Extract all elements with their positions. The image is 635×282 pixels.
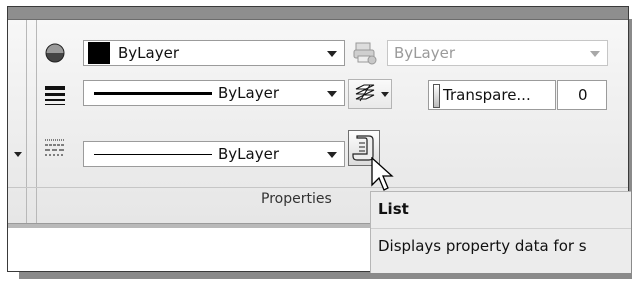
lineweight-icon <box>44 84 66 106</box>
plot-style-dropdown[interactable]: ByLayer <box>387 40 608 66</box>
color-swatch <box>88 42 110 64</box>
linetype-preview <box>94 153 212 155</box>
previous-panel-arrow[interactable] <box>14 152 22 157</box>
plot-style-icon <box>352 41 378 65</box>
panel-label-divider <box>8 187 628 188</box>
color-dropdown-value: ByLayer <box>118 44 179 62</box>
color-dropdown[interactable]: ByLayer <box>83 40 345 66</box>
plot-style-dropdown-value: ByLayer <box>394 44 455 62</box>
layer-stack-icon <box>355 84 375 102</box>
linetype-dropdown[interactable]: ByLayer <box>83 141 345 167</box>
lineweight-preview <box>94 91 212 95</box>
chevron-down-icon <box>381 92 389 97</box>
application-window: Properties ByLayer ByLayer ByLayer ByLay… <box>7 6 631 273</box>
tooltip-divider <box>371 228 631 229</box>
lineweight-dropdown-value: ByLayer <box>218 84 279 102</box>
panel-separator-inner <box>36 20 37 223</box>
chevron-down-icon <box>327 152 337 158</box>
color-wheel-icon <box>44 42 66 64</box>
chevron-down-icon <box>327 51 337 57</box>
panel-separator-left <box>26 20 27 223</box>
transparency-slider-icon <box>433 84 440 108</box>
layer-properties-button[interactable] <box>348 79 392 109</box>
linetype-icon <box>44 136 66 158</box>
transparency-label-box[interactable]: Transpare... <box>428 80 556 110</box>
tooltip-title: List <box>378 200 409 218</box>
tooltip: List Displays property data for s <box>370 191 631 273</box>
transparency-label: Transpare... <box>443 86 531 104</box>
chevron-down-icon <box>590 51 600 57</box>
transparency-value: 0 <box>578 86 588 104</box>
tooltip-description: Displays property data for s <box>378 237 587 255</box>
linetype-dropdown-value: ByLayer <box>218 145 279 163</box>
chevron-down-icon <box>327 91 337 97</box>
lineweight-dropdown[interactable]: ByLayer <box>83 80 345 106</box>
ribbon-title-strip <box>8 7 628 20</box>
transparency-value-field[interactable]: 0 <box>557 80 607 110</box>
properties-panel-title[interactable]: Properties <box>261 191 332 207</box>
